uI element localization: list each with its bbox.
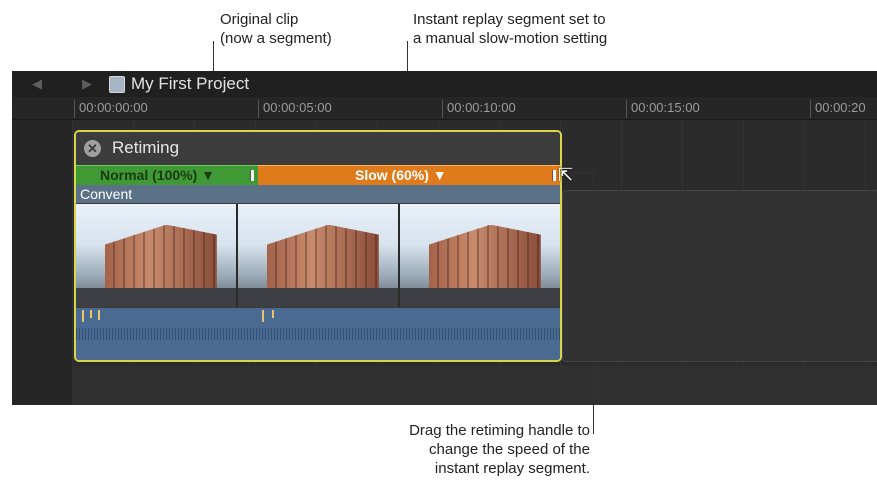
time-ruler[interactable]: 00:00:00:00 00:00:05:00 00:00:10:00 00:0… <box>12 97 877 120</box>
forward-arrow-icon[interactable]: ▶ <box>78 76 96 92</box>
callout-instant-replay: Instant replay segment set to a manual s… <box>413 10 607 48</box>
close-icon[interactable]: ✕ <box>84 140 101 157</box>
leader-line <box>574 172 594 173</box>
pointer-icon: ⇱ <box>558 165 574 185</box>
retiming-handle[interactable] <box>250 170 254 181</box>
following-clip[interactable] <box>562 190 877 362</box>
lower-lane <box>72 366 877 405</box>
callout-line: Drag the retiming handle to <box>409 422 590 439</box>
retiming-segment-normal[interactable]: Normal (100%) ▼ <box>76 165 258 185</box>
video-thumbnail <box>76 204 238 307</box>
callout-drag-handle: Drag the retiming handle to change the s… <box>358 421 590 478</box>
audio-peak <box>272 310 274 318</box>
track-gutter <box>12 120 72 405</box>
project-icon <box>109 76 125 93</box>
clip-title: Convent <box>76 185 560 203</box>
audio-peak <box>82 310 84 322</box>
audio-waveform <box>76 308 560 360</box>
callout-line: Instant replay segment set to <box>413 11 606 28</box>
back-arrow-icon[interactable]: ◀ <box>28 76 46 92</box>
audio-peak <box>262 310 264 322</box>
timecode-label: 00:00:00:00 <box>74 100 148 118</box>
retiming-segment-slow[interactable]: Slow (60%) ▼ <box>258 165 560 185</box>
timecode-label: 00:00:15:00 <box>626 100 700 118</box>
callout-line: instant replay segment. <box>434 460 590 477</box>
callout-original-clip: Original clip (now a segment) <box>220 10 332 48</box>
timecode-label: 00:00:20 <box>810 100 866 118</box>
segment-label[interactable]: Slow (60%) ▼ <box>355 167 447 184</box>
retiming-clip[interactable]: ✕ Retiming Normal (100%) ▼ Slow (60%) ▼ … <box>74 130 562 362</box>
callout-line: a manual slow-motion setting <box>413 30 608 47</box>
timeline: ◀ ▶ My First Project 00:00:00:00 00:00:0… <box>12 71 877 405</box>
retiming-label: Retiming <box>112 138 180 157</box>
filmstrip <box>76 204 560 307</box>
audio-peak <box>90 310 92 318</box>
retiming-handle[interactable] <box>552 170 556 181</box>
callout-line: (now a segment) <box>220 30 332 47</box>
segment-label[interactable]: Normal (100%) ▼ <box>100 167 215 184</box>
timecode-label: 00:00:10:00 <box>442 100 516 118</box>
project-title: My First Project <box>131 74 250 93</box>
timecode-label: 00:00:05:00 <box>258 100 332 118</box>
video-thumbnail <box>400 204 560 307</box>
callout-line: Original clip <box>220 11 299 28</box>
audio-peak <box>98 310 100 320</box>
callout-line: change the speed of the <box>429 441 590 458</box>
project-titlebar: ◀ ▶ My First Project <box>12 71 877 98</box>
waveform <box>76 328 560 340</box>
retiming-header: ✕ Retiming <box>76 132 560 165</box>
video-thumbnail <box>238 204 400 307</box>
leader-line <box>593 172 594 434</box>
